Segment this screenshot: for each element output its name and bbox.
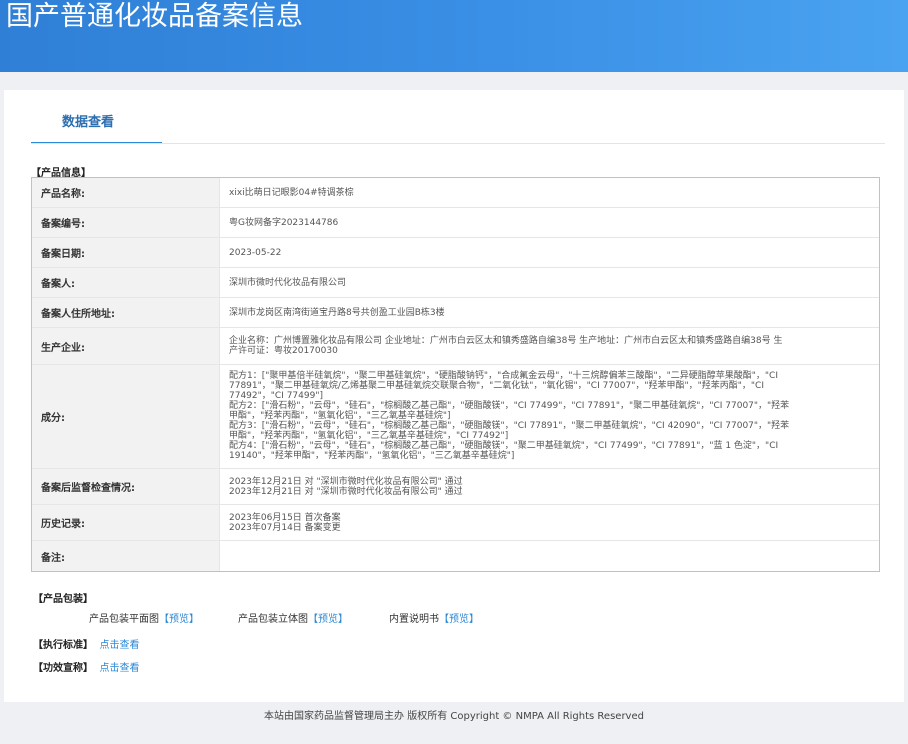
manual-preview-link[interactable]: 【预览】 — [439, 614, 479, 625]
tab-data-view-label: 数据查看 — [62, 115, 115, 130]
remark-label: 备注: — [32, 541, 220, 571]
product-name-label: 产品名称: — [32, 178, 220, 207]
tab-data-view[interactable]: 数据查看 — [31, 90, 162, 144]
filing-code-value: 粤G妆网备字2023144786 — [229, 217, 339, 228]
packaging-heading: 【产品包装】 — [33, 594, 93, 605]
inspection-label: 备案后监督检查情况: — [32, 469, 220, 504]
table-row: 备注: — [32, 541, 879, 571]
footer-copyright: 本站由国家药品监督管理局主办 版权所有 Copyright © NMPA All… — [264, 711, 644, 722]
package-solid-item: 产品包装立体图【预览】 — [238, 614, 348, 625]
efficacy-label: 【功效宣称】 — [33, 663, 93, 674]
table-row: 备案编号: 粤G妆网备字2023144786 — [32, 208, 879, 238]
package-flat-preview-link[interactable]: 【预览】 — [159, 614, 199, 625]
producer-value: 企业名称：广州博置雅化妆品有限公司 企业地址：广州市白云区太和镇秀盛路自编38号… — [229, 336, 783, 356]
filer-address-value: 深圳市龙岗区南湾街道宝丹路8号共创盈工业园B栋3楼 — [229, 307, 445, 318]
manual-item: 内置说明书【预览】 — [389, 614, 479, 625]
product-info-table: 产品名称: xixi比萌日记眼影04#特调茶棕 备案编号: 粤G妆网备字2023… — [31, 177, 880, 572]
table-row: 备案人: 深圳市微时代化妆品有限公司 — [32, 268, 879, 298]
table-row: 成分: 配方1：["聚甲基倍半硅氧烷"，"聚二甲基硅氧烷"，"硬脂酸钠钙"，"合… — [32, 365, 879, 469]
table-row: 备案日期: 2023-05-22 — [32, 238, 879, 268]
table-row: 备案人住所地址: 深圳市龙岗区南湾街道宝丹路8号共创盈工业园B栋3楼 — [32, 298, 879, 328]
package-solid-preview-link[interactable]: 【预览】 — [308, 614, 348, 625]
ingredients-label: 成分: — [32, 365, 220, 468]
standard-label: 【执行标准】 — [33, 640, 93, 651]
tab-divider — [31, 143, 885, 144]
page-title: 国产普通化妆品备案信息 — [6, 1, 303, 32]
history-label: 历史记录: — [32, 505, 220, 540]
table-row: 产品名称: xixi比萌日记眼影04#特调茶棕 — [32, 178, 879, 208]
efficacy-row: 【功效宣称】 点击查看 — [33, 659, 139, 674]
filer-label: 备案人: — [32, 268, 220, 297]
filer-value: 深圳市微时代化妆品有限公司 — [229, 277, 347, 288]
ingredients-value: 配方1：["聚甲基倍半硅氧烷"，"聚二甲基硅氧烷"，"硬脂酸钠钙"，"合成氟金云… — [229, 371, 790, 461]
producer-label: 生产企业: — [32, 328, 220, 364]
table-row: 历史记录: 2023年06月15日 首次备案 2023年07月14日 备案变更 — [32, 505, 879, 541]
filing-date-label: 备案日期: — [32, 238, 220, 267]
filing-code-label: 备案编号: — [32, 208, 220, 237]
table-row: 备案后监督检查情况: 2023年12月21日 对 "深圳市微时代化妆品有限公司"… — [32, 469, 879, 505]
history-value: 2023年06月15日 首次备案 2023年07月14日 备案变更 — [229, 513, 341, 533]
standard-view-link[interactable]: 点击查看 — [99, 640, 139, 651]
filer-address-label: 备案人住所地址: — [32, 298, 220, 327]
remark-value — [220, 541, 879, 571]
efficacy-view-link[interactable]: 点击查看 — [99, 663, 139, 674]
table-row: 生产企业: 企业名称：广州博置雅化妆品有限公司 企业地址：广州市白云区太和镇秀盛… — [32, 328, 879, 365]
product-name-value: xixi比萌日记眼影04#特调茶棕 — [229, 187, 354, 198]
content-card: 数据查看 【产品信息】 产品名称: xixi比萌日记眼影04#特调茶棕 备案编号… — [4, 90, 904, 702]
standard-row: 【执行标准】 点击查看 — [33, 636, 139, 651]
package-flat-item: 产品包装平面图【预览】 — [89, 614, 199, 625]
filing-date-value: 2023-05-22 — [229, 247, 282, 258]
inspection-value: 2023年12月21日 对 "深圳市微时代化妆品有限公司" 通过 2023年12… — [229, 477, 463, 497]
header-banner: 国产普通化妆品备案信息 — [0, 0, 908, 72]
